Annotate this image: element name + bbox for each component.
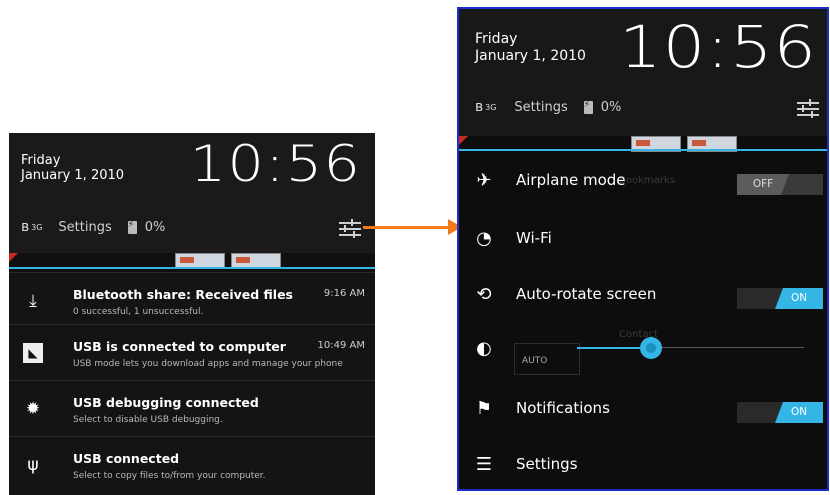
network-type: 3G — [485, 102, 497, 112]
settings-row[interactable]: ☰ Settings — [459, 437, 827, 489]
notification-panel-left: Friday January 1, 2010 10:56 ʙ 3G Settin… — [9, 133, 375, 495]
notification-title: Bluetooth share: Received files — [73, 287, 294, 302]
rotate-icon: ⟲ — [476, 284, 492, 305]
divider-accent — [459, 149, 827, 151]
date-block: Friday January 1, 2010 — [475, 31, 586, 65]
status-header: Friday January 1, 2010 10:56 ʙ 3G Settin… — [9, 133, 375, 253]
settings-label: Settings — [516, 455, 578, 473]
notification-subtitle: 0 successful, 1 unsuccessful. — [73, 307, 204, 317]
status-row: ʙ 3G Settings 0% — [475, 99, 621, 115]
bluetooth-icon: ʙ — [21, 219, 30, 235]
quick-settings-icon[interactable] — [797, 99, 819, 118]
android-debug-icon: ✹ — [25, 399, 41, 419]
day-label: Friday — [475, 31, 518, 47]
quick-settings-icon[interactable] — [339, 219, 361, 238]
date-block: Friday January 1, 2010 — [21, 153, 124, 183]
notification-title: USB connected — [73, 451, 180, 466]
toggle-off-label: OFF — [737, 174, 789, 195]
settings-link[interactable]: Settings — [514, 100, 567, 115]
notification-subtitle: Select to copy files to/from your comput… — [73, 471, 266, 481]
notification-item[interactable]: ⤓ Bluetooth share: Received files 0 succ… — [9, 272, 375, 331]
battery-icon — [127, 220, 137, 234]
red-corner-mark — [9, 253, 18, 262]
brightness-icon: ◐ — [476, 338, 492, 359]
clock: 10:56 — [189, 135, 361, 193]
notifications-label: Notifications — [516, 399, 610, 417]
notification-subtitle: Select to disable USB debugging. — [73, 415, 223, 425]
airplane-mode-label: Airplane mode — [516, 171, 626, 189]
status-header: Friday January 1, 2010 10:56 ʙ 3G Settin… — [459, 9, 827, 136]
notification-time: 9:16 AM — [323, 288, 365, 299]
day-label: Friday — [21, 153, 61, 168]
clock: 10:56 — [619, 13, 817, 81]
callout-arrow-line — [363, 226, 451, 229]
divider-accent — [9, 267, 375, 269]
notifications-icon: ⚑ — [475, 398, 493, 419]
notifications-toggle[interactable]: ON — [737, 402, 823, 423]
auto-rotate-toggle[interactable]: ON — [737, 288, 823, 309]
red-corner-mark — [459, 136, 468, 145]
brightness-slider-knob[interactable] — [640, 337, 662, 359]
status-row: ʙ 3G Settings 0% — [21, 219, 165, 235]
usb-storage-icon: ◣ — [23, 343, 43, 363]
network-type: 3G — [31, 222, 43, 232]
notifications-row[interactable]: ⚑ Notifications ON — [459, 381, 827, 437]
wifi-icon: ◔ — [476, 228, 492, 249]
notification-item[interactable]: ◣ USB is connected to computer USB mode … — [9, 324, 375, 383]
notification-title: USB debugging connected — [73, 395, 259, 410]
recent-thumbnails — [631, 136, 737, 152]
notification-item[interactable]: ✹ USB debugging connected Select to disa… — [9, 380, 375, 439]
notification-title: USB is connected to computer — [73, 339, 286, 354]
settings-sliders-icon: ☰ — [475, 454, 493, 475]
notification-subtitle: USB mode lets you download apps and mana… — [73, 359, 343, 369]
toggle-on-label: ON — [775, 288, 823, 309]
quick-settings-panel: Friday January 1, 2010 10:56 ʙ 3G Settin… — [457, 7, 829, 491]
download-icon: ⤓ — [29, 291, 37, 311]
wifi-row[interactable]: ◔ Wi-Fi — [459, 211, 827, 267]
toggle-on-label: ON — [775, 402, 823, 423]
usb-icon: ψ — [27, 455, 39, 475]
date-label: January 1, 2010 — [21, 168, 125, 183]
brightness-track[interactable] — [652, 347, 804, 348]
date-label: January 1, 2010 — [475, 48, 586, 64]
airplane-mode-toggle[interactable]: OFF — [737, 174, 823, 195]
airplane-mode-row[interactable]: ✈ Airplane mode OFF — [459, 153, 827, 209]
auto-brightness-label: AUTO — [522, 356, 548, 366]
notification-time: 10:49 AM — [317, 340, 365, 351]
auto-rotate-row[interactable]: ⟲ Auto-rotate screen ON — [459, 267, 827, 323]
notification-item[interactable]: ψ USB connected Select to copy files to/… — [9, 436, 375, 495]
battery-icon — [583, 100, 593, 114]
airplane-icon: ✈ — [476, 170, 492, 191]
auto-rotate-label: Auto-rotate screen — [516, 285, 657, 303]
bluetooth-icon: ʙ — [475, 99, 484, 115]
wifi-label: Wi-Fi — [516, 229, 552, 247]
recent-thumbnails — [175, 253, 281, 269]
settings-link[interactable]: Settings — [58, 220, 111, 235]
battery-percent: 0% — [144, 219, 166, 235]
battery-percent: 0% — [600, 99, 622, 115]
